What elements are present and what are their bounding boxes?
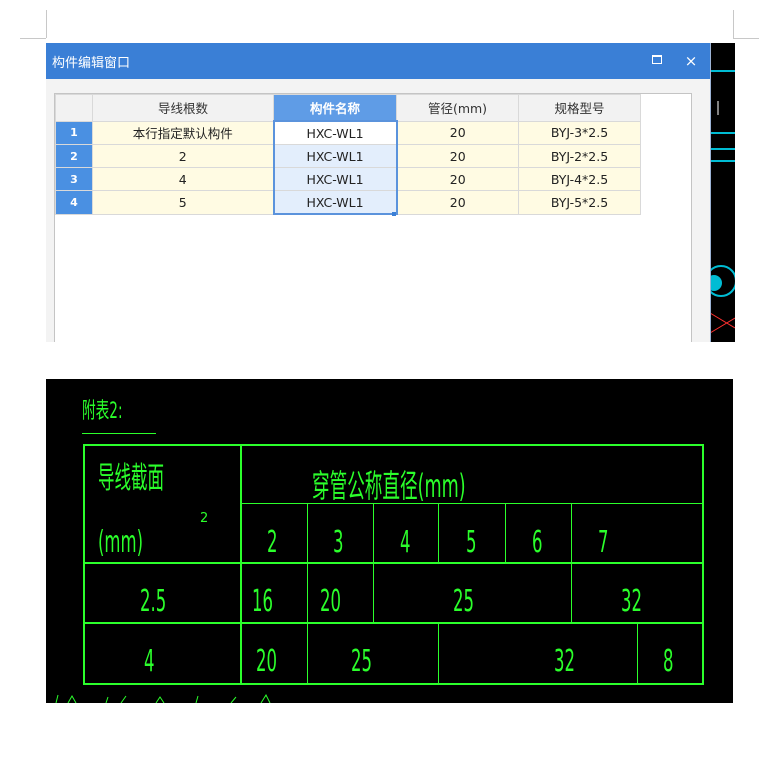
cad-header-section: 导线截面: [98, 461, 164, 496]
cad-count-3: 3: [333, 525, 344, 560]
cad-line-header-split: [240, 503, 704, 504]
cell-spec-model[interactable]: BYJ-2*2.5: [518, 144, 641, 168]
grid-header-row: 导线根数 构件名称 管径(mm) 规格型号: [55, 94, 641, 122]
cell-pipe-diameter[interactable]: 20: [396, 167, 519, 191]
table-row[interactable]: 2 2 HXC-WL1 20 BYJ-2*2.5: [55, 144, 641, 168]
component-grid-panel: 导线根数 构件名称 管径(mm) 规格型号 1 本行指定默认构件 HXC-WL1…: [54, 93, 692, 342]
cad-row2-value-4: 8: [663, 644, 674, 679]
header-pipe-diameter[interactable]: 管径(mm): [396, 94, 519, 122]
cell-wire-count[interactable]: 本行指定默认构件: [92, 120, 274, 145]
cad-row1-section: 2.5: [140, 584, 167, 619]
cell-spec-model[interactable]: BYJ-4*2.5: [518, 167, 641, 191]
cad-row1-value-1: 16: [252, 584, 274, 619]
cad-cutoff-text-fragment: [55, 693, 271, 703]
cad-header-superscript: 2: [200, 511, 209, 526]
table-row[interactable]: 1 本行指定默认构件 HXC-WL1 20 BYJ-3*2.5: [55, 120, 641, 145]
page-corner-mark-left: [46, 10, 47, 38]
cad-row2-value-1: 20: [256, 644, 278, 679]
cell-spec-model[interactable]: BYJ-3*2.5: [518, 120, 641, 145]
component-editor-window: 构件编辑窗口 × 导线根数 构件名称 管径(mm) 规格型号 1 本行指定默认构…: [46, 43, 711, 342]
row-number[interactable]: 2: [55, 144, 93, 168]
maximize-button[interactable]: [650, 54, 664, 68]
cad-row1-value-2: 20: [320, 584, 342, 619]
header-wire-count[interactable]: 导线根数: [92, 94, 274, 122]
cell-wire-count[interactable]: 5: [92, 190, 274, 215]
cad-table-screenshot: 附表2: 导线截面 (mm) 2 穿管公称直径(mm) 2 3 4 5 6 7 …: [46, 379, 733, 703]
cad-count-7: 7: [598, 525, 609, 560]
cad-line-top: [83, 444, 704, 446]
cell-component-name[interactable]: HXC-WL1: [272, 167, 398, 191]
cad-count-5: 5: [466, 525, 477, 560]
cad-line-col-6: [571, 503, 572, 624]
cell-pipe-diameter[interactable]: 20: [396, 120, 519, 145]
cad-header-unit: (mm): [98, 525, 144, 560]
cad-count-4: 4: [400, 525, 411, 560]
cad-line-bottom: [83, 683, 704, 685]
cell-wire-count[interactable]: 2: [92, 144, 274, 168]
row-number-header[interactable]: [55, 94, 93, 122]
cad-line-left-col: [240, 444, 242, 685]
cad-row2-value-3: 32: [554, 644, 576, 679]
page-corner-mark-right-h: [733, 38, 759, 39]
cad-line-col-7: [637, 622, 638, 684]
row-number[interactable]: 3: [55, 167, 93, 191]
page-corner-mark-right: [733, 10, 734, 38]
cell-wire-count[interactable]: 4: [92, 167, 274, 191]
cell-pipe-diameter[interactable]: 20: [396, 190, 519, 215]
row-number[interactable]: 1: [55, 120, 93, 145]
cad-line-col-5: [505, 503, 506, 563]
cad-table-title: 附表2:: [82, 399, 123, 424]
cad-line-right: [702, 444, 704, 685]
row-number[interactable]: 4: [55, 190, 93, 215]
cad-line-row1-bottom: [83, 622, 704, 624]
cell-component-name[interactable]: HXC-WL1: [272, 190, 398, 215]
window-titlebar[interactable]: 构件编辑窗口 ×: [46, 43, 710, 79]
cad-line-col-3: [373, 503, 374, 624]
cad-row1-value-4: 32: [621, 584, 643, 619]
cad-row2-section: 4: [144, 644, 155, 679]
cad-line-col-2: [307, 503, 308, 685]
cell-component-name[interactable]: HXC-WL1: [272, 120, 398, 145]
cell-spec-model[interactable]: BYJ-5*2.5: [518, 190, 641, 215]
header-component-name[interactable]: 构件名称: [273, 94, 397, 122]
cad-count-2: 2: [267, 525, 278, 560]
page-corner-mark-left-h: [20, 38, 46, 39]
cell-component-name[interactable]: HXC-WL1: [272, 144, 398, 168]
cad-line-left: [83, 444, 85, 685]
table-row[interactable]: 3 4 HXC-WL1 20 BYJ-4*2.5: [55, 167, 641, 191]
header-spec-model[interactable]: 规格型号: [518, 94, 641, 122]
component-editor-screenshot: 构件编辑窗口 × 导线根数 构件名称 管径(mm) 规格型号 1 本行指定默认构…: [46, 43, 735, 342]
selection-handle[interactable]: [392, 212, 396, 216]
cad-line-header-bottom: [83, 562, 704, 564]
cad-line-col-4: [438, 503, 439, 563]
close-button[interactable]: ×: [682, 52, 700, 70]
cad-row2-value-2: 25: [351, 644, 373, 679]
title-underline: [82, 433, 156, 434]
cad-line-col-4b: [438, 622, 439, 684]
table-row[interactable]: 4 5 HXC-WL1 20 BYJ-5*2.5: [55, 190, 641, 215]
component-grid: 导线根数 构件名称 管径(mm) 规格型号 1 本行指定默认构件 HXC-WL1…: [55, 94, 641, 215]
cad-count-6: 6: [532, 525, 543, 560]
cad-row1-value-3: 25: [453, 584, 475, 619]
cell-pipe-diameter[interactable]: 20: [396, 144, 519, 168]
maximize-icon: [652, 55, 662, 64]
window-title: 构件编辑窗口: [52, 56, 131, 71]
cad-header-pipe-diameter: 穿管公称直径(mm): [312, 467, 466, 505]
